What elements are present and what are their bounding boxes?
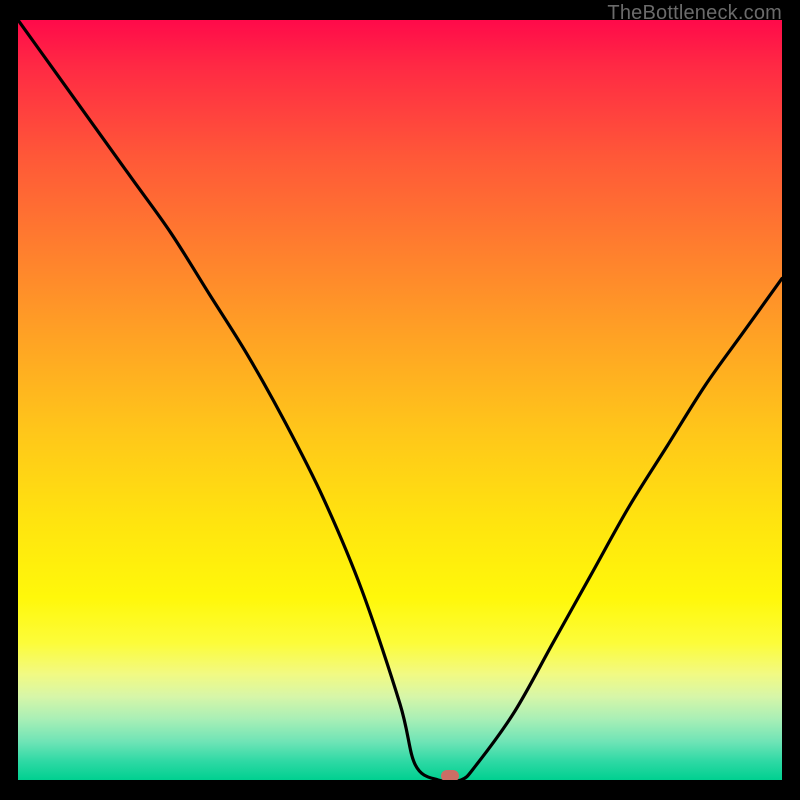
plot-area: [18, 20, 782, 780]
optimal-point-marker: [441, 770, 459, 780]
chart-frame: TheBottleneck.com: [0, 0, 800, 800]
watermark-text: TheBottleneck.com: [607, 2, 782, 25]
bottleneck-curve: [18, 20, 782, 780]
